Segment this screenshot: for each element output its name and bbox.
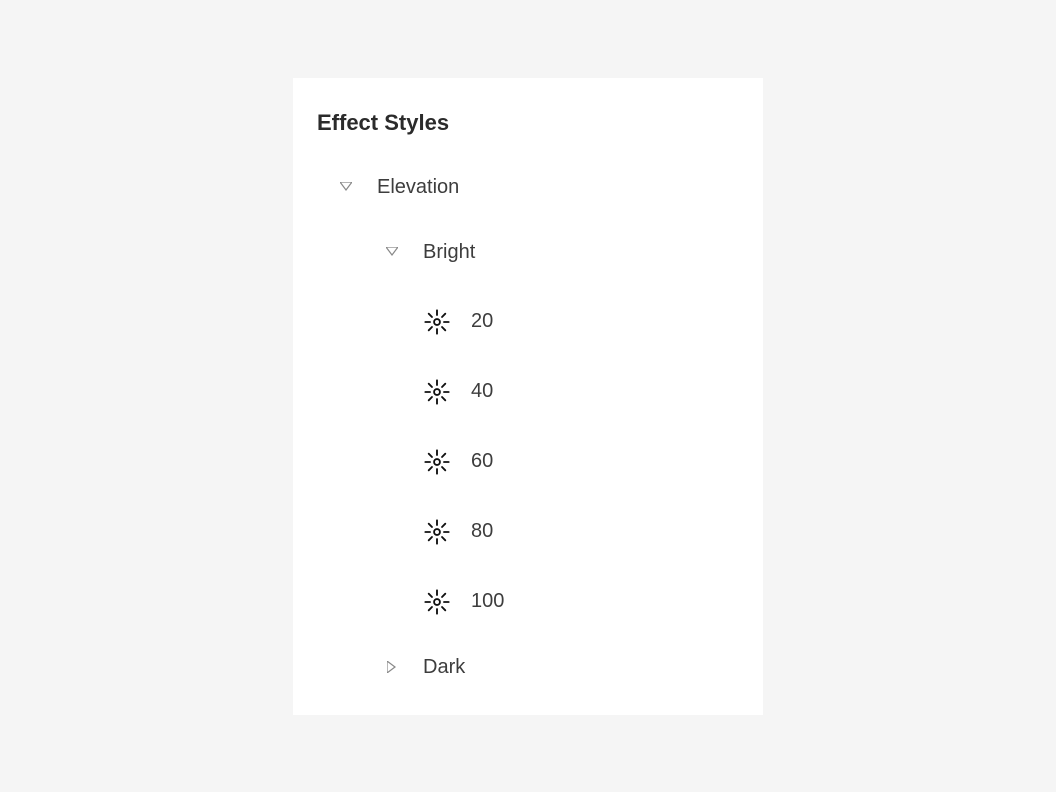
effect-style-label: 40 <box>471 380 493 403</box>
tree-item-bright[interactable]: Bright <box>323 241 733 264</box>
tree-item-label: Elevation <box>377 176 459 199</box>
effect-style-item[interactable]: 20 <box>323 306 733 338</box>
sun-icon <box>421 586 453 618</box>
tree-item-label: Dark <box>423 656 465 679</box>
effect-style-label: 80 <box>471 520 493 543</box>
sun-icon <box>421 446 453 478</box>
effect-style-item[interactable]: 80 <box>323 516 733 548</box>
sun-icon <box>421 306 453 338</box>
tree-item-label: Bright <box>423 241 475 264</box>
effect-style-item[interactable]: 100 <box>323 586 733 618</box>
effect-style-item[interactable]: 40 <box>323 376 733 408</box>
effect-style-label: 20 <box>471 310 493 333</box>
sun-icon <box>421 516 453 548</box>
effect-style-item[interactable]: 60 <box>323 446 733 478</box>
effect-styles-panel: Effect Styles Elevation Bright <box>293 78 763 715</box>
panel-title: Effect Styles <box>317 110 733 136</box>
effect-style-label: 100 <box>471 590 504 613</box>
chevron-right-icon <box>385 660 399 674</box>
chevron-down-icon <box>385 245 399 259</box>
tree-item-dark[interactable]: Dark <box>323 656 733 679</box>
effect-style-label: 60 <box>471 450 493 473</box>
chevron-down-icon <box>339 180 353 194</box>
tree-item-elevation[interactable]: Elevation <box>323 176 733 199</box>
sun-icon <box>421 376 453 408</box>
style-tree: Elevation Bright <box>323 176 733 679</box>
